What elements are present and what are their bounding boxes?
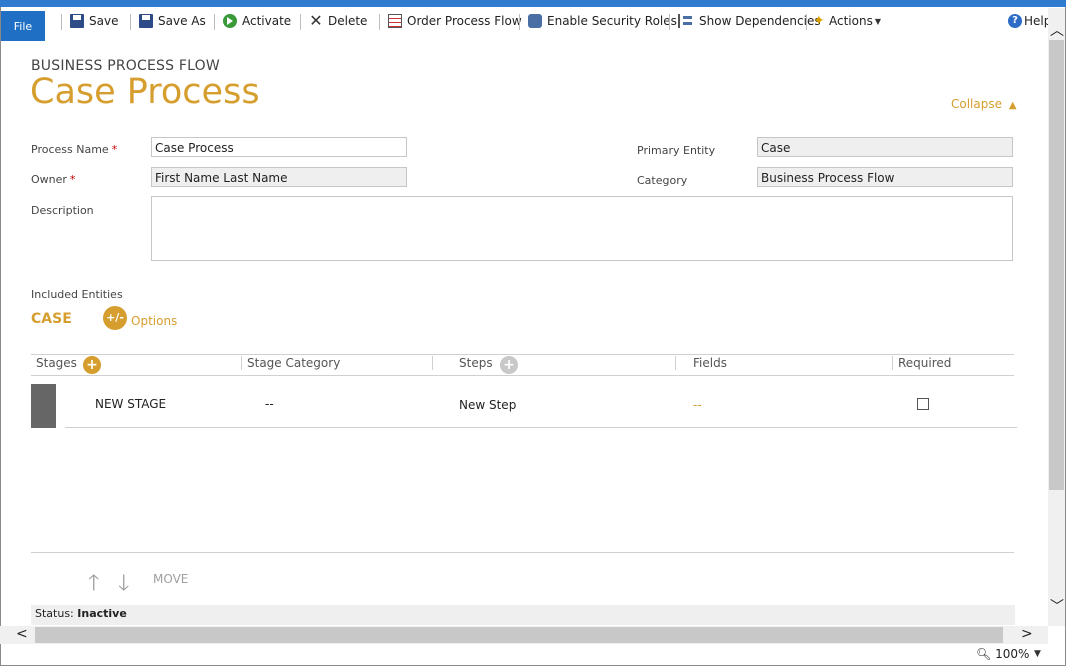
owner-label: Owner * (31, 173, 75, 186)
zoom-level: 100% (995, 647, 1030, 661)
actions-label: Actions (829, 14, 873, 28)
delete-button[interactable]: ✕ Delete (309, 12, 367, 30)
included-entities-label: Included Entities (31, 288, 123, 301)
column-header-stage-category: Stage Category (247, 356, 341, 370)
stages-grid-header (31, 354, 1014, 376)
toolbar-separator (379, 14, 380, 30)
activate-icon (223, 14, 237, 28)
category-label: Category (637, 174, 688, 187)
toolbar-separator (806, 14, 807, 30)
show-dependencies-button[interactable]: Show Dependencies (678, 12, 821, 30)
column-header-fields: Fields (693, 356, 727, 370)
save-as-label: Save As (158, 14, 206, 28)
add-stage-icon[interactable]: + (83, 356, 101, 374)
collapse-button[interactable]: Collapse ▲ (951, 97, 1017, 111)
show-dependencies-label: Show Dependencies (699, 14, 821, 28)
column-header-stages: Stages (36, 356, 77, 370)
step-name[interactable]: New Step (459, 398, 516, 412)
order-flow-icon (388, 14, 402, 28)
scroll-down-icon[interactable]: ﹀ (1050, 596, 1064, 616)
toolbar-separator (214, 14, 215, 30)
column-separator (241, 356, 242, 370)
activate-button[interactable]: Activate (223, 12, 291, 30)
process-name-label-text: Process Name (31, 143, 109, 156)
entity-tab-case[interactable]: CASE (31, 311, 72, 327)
field-value[interactable]: -- (693, 398, 702, 412)
status-value: Inactive (77, 607, 127, 620)
delete-icon: ✕ (309, 11, 323, 30)
collapse-label: Collapse (951, 97, 1002, 111)
security-roles-icon (528, 14, 542, 28)
zoom-icon: 🔍︎ (976, 647, 992, 661)
scroll-left-icon[interactable]: < (16, 626, 28, 642)
description-field[interactable] (151, 196, 1013, 261)
delete-label: Delete (328, 14, 368, 28)
save-label: Save (89, 14, 119, 28)
toolbar-separator (300, 14, 301, 30)
grid-bottom-divider (31, 552, 1014, 553)
column-separator (432, 356, 433, 370)
toolbar-separator (669, 14, 670, 30)
move-label: MOVE (153, 572, 189, 586)
toolbar-separator (61, 14, 62, 30)
required-checkbox[interactable] (917, 398, 929, 410)
stage-name[interactable]: NEW STAGE (95, 397, 166, 411)
file-button[interactable]: File (1, 11, 45, 41)
activate-label: Activate (242, 14, 292, 28)
column-separator (675, 356, 676, 370)
help-icon: ? (1008, 14, 1022, 28)
category-field: Business Process Flow (757, 167, 1013, 187)
row-divider (65, 427, 1017, 428)
save-as-icon (139, 14, 153, 28)
dependencies-icon (678, 14, 694, 28)
move-up-icon[interactable]: 🡑 (88, 566, 99, 604)
save-button[interactable]: Save (70, 12, 118, 30)
process-name-field[interactable]: Case Process (151, 137, 407, 157)
actions-menu[interactable]: ✦ Actions ▼ (813, 12, 881, 30)
save-icon (70, 14, 84, 28)
top-accent-bar (0, 0, 1066, 7)
move-down-icon[interactable]: 🡓 (118, 566, 129, 604)
chevron-up-icon: ▲ (1008, 100, 1017, 111)
primary-entity-field: Case (757, 137, 1013, 157)
required-asterisk: * (69, 173, 76, 186)
order-process-flow-button[interactable]: Order Process Flow (388, 12, 522, 30)
status-bar: Status: Inactive (31, 605, 1015, 625)
toolbar-separator (519, 14, 520, 30)
add-step-icon[interactable]: + (500, 356, 518, 374)
process-name-label: Process Name * (31, 143, 117, 156)
options-plus-minus-icon[interactable]: +/- (103, 306, 127, 330)
toolbar-separator (130, 14, 131, 30)
order-process-flow-label: Order Process Flow (407, 14, 522, 28)
owner-field[interactable]: First Name Last Name (151, 167, 407, 187)
chevron-down-icon[interactable]: ▼ (1034, 649, 1041, 659)
enable-security-roles-button[interactable]: Enable Security Roles (528, 12, 677, 30)
primary-entity-label: Primary Entity (637, 144, 716, 157)
options-link[interactable]: Options (131, 314, 177, 328)
chevron-down-icon: ▼ (874, 16, 881, 26)
column-header-required: Required (898, 356, 952, 370)
scroll-up-icon[interactable]: ︿ (1050, 20, 1064, 40)
help-button[interactable]: ? Help (1008, 12, 1051, 30)
description-label: Description (31, 204, 94, 217)
vertical-scroll-thumb[interactable] (1049, 40, 1064, 490)
actions-icon: ✦ (813, 13, 825, 29)
required-asterisk: * (111, 143, 118, 156)
scroll-right-icon[interactable]: > (1021, 626, 1033, 642)
column-header-steps: Steps (459, 356, 493, 370)
owner-label-text: Owner (31, 173, 67, 186)
column-separator (892, 356, 893, 370)
stage-selector-handle[interactable] (31, 384, 56, 428)
status-label: Status: (35, 607, 74, 620)
enable-security-roles-label: Enable Security Roles (547, 14, 677, 28)
page-title: Case Process (30, 72, 260, 112)
horizontal-scroll-thumb[interactable] (35, 627, 1003, 643)
zoom-control[interactable]: 🔍︎ 100% (976, 647, 1029, 661)
save-as-button[interactable]: Save As (139, 12, 206, 30)
stage-category-value[interactable]: -- (265, 397, 274, 411)
